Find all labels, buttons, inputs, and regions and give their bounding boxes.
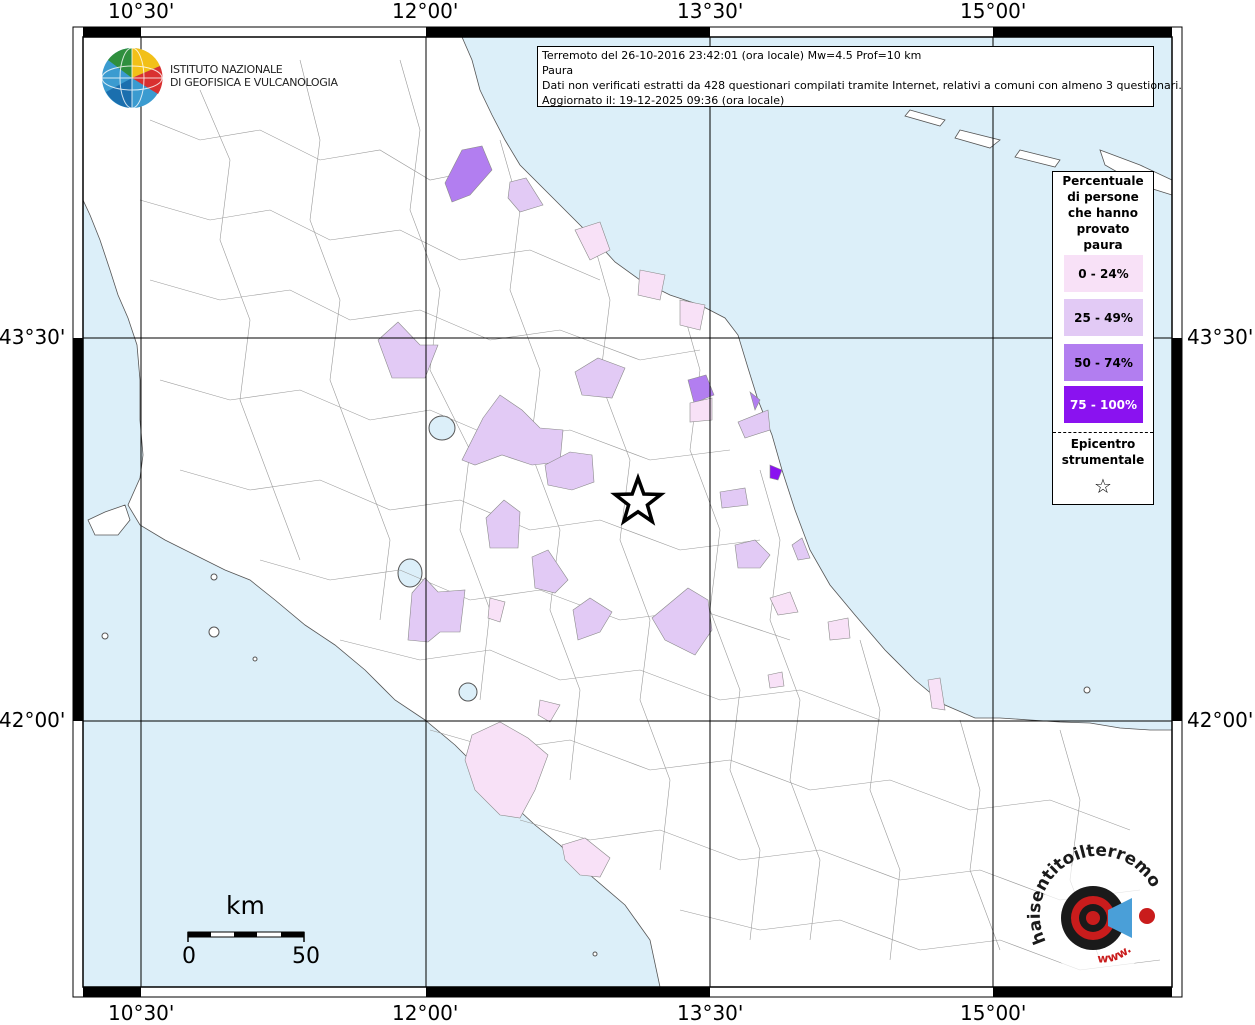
lake-trasimeno — [428, 415, 456, 441]
legend-title-line: di persone — [1067, 190, 1139, 204]
lon-label-bottom-3: 13°30' — [677, 1001, 744, 1025]
legend-epicenter-line: strumentale — [1061, 453, 1145, 467]
lon-label-top-4: 15°00' — [960, 0, 1027, 23]
legend-item-0-24: 0 - 24% — [1064, 255, 1143, 292]
legend-item-25-49: 25 - 49% — [1064, 299, 1143, 336]
legend-star-icon: ☆ — [1094, 474, 1112, 498]
legend: Percentuale di persone che hanno provato… — [1052, 171, 1154, 505]
event-parameter: Paura — [542, 64, 574, 77]
lat-label-right-1: 43°30' — [1187, 325, 1254, 349]
lon-label-top-1: 10°30' — [108, 0, 175, 23]
ingv-logo-text: ISTITUTO NAZIONALE DI GEOFISICA E VULCAN… — [170, 63, 338, 89]
legend-epicenter-label: Epicentro strumentale — [1053, 436, 1153, 468]
map[interactable]: haisentitoilterremoto.it www. — [0, 0, 1255, 1024]
island-small-4 — [1083, 686, 1091, 694]
lon-label-top-3: 13°30' — [677, 0, 744, 23]
island-small-2 — [101, 632, 109, 640]
legend-title-line: provato — [1076, 222, 1130, 236]
lon-label-bottom-2: 12°00' — [392, 1001, 459, 1025]
lake-bolsena — [397, 558, 423, 588]
scale-min: 0 — [182, 944, 196, 969]
ingv-logo-line1: ISTITUTO NAZIONALE — [170, 63, 283, 76]
event-info-box: Terremoto del 26-10-2016 23:42:01 (ora l… — [537, 46, 1182, 107]
legend-item-75-100: 75 - 100% — [1064, 386, 1143, 423]
scale-max: 50 — [292, 944, 320, 969]
legend-title-line: paura — [1083, 238, 1123, 252]
island-small-5 — [592, 951, 598, 957]
legend-item-50-74: 50 - 74% — [1064, 344, 1143, 381]
lat-label-left-2: 42°00' — [0, 708, 66, 732]
lat-label-right-2: 42°00' — [1187, 708, 1254, 732]
event-data-note: Dati non verificati estratti da 428 ques… — [542, 79, 1182, 92]
legend-separator — [1053, 432, 1153, 433]
island-small-3 — [252, 656, 258, 662]
event-title: Terremoto del 26-10-2016 23:42:01 (ora l… — [542, 49, 922, 62]
lon-label-top-2: 12°00' — [392, 0, 459, 23]
legend-title-line: che hanno — [1068, 206, 1138, 220]
ingv-logo-line2: DI GEOFISICA E VULCANOLOGIA — [170, 76, 338, 89]
lat-label-left-1: 43°30' — [0, 325, 66, 349]
island-giglio — [208, 626, 220, 638]
lake-bracciano — [458, 682, 478, 702]
scale-unit: km — [226, 891, 265, 920]
event-updated: Aggiornato il: 19-12-2025 09:36 (ora loc… — [542, 94, 785, 107]
legend-epicenter-line: Epicentro — [1070, 437, 1136, 451]
lon-label-bottom-4: 15°00' — [960, 1001, 1027, 1025]
legend-title: Percentuale di persone che hanno provato… — [1053, 173, 1153, 253]
island-small-1 — [210, 573, 218, 581]
lon-label-bottom-1: 10°30' — [108, 1001, 175, 1025]
legend-title-line: Percentuale — [1062, 174, 1144, 188]
